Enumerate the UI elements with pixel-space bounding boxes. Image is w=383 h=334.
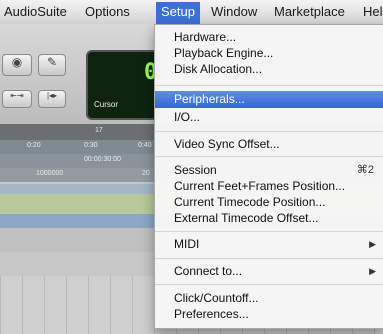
menu-setup[interactable]: Setup <box>156 2 200 24</box>
tick-time: 0:20 <box>27 142 41 149</box>
menu-item-label: Session <box>174 163 217 177</box>
menu-item-peripherals[interactable]: Peripherals... <box>155 91 383 108</box>
nudge-right-icon[interactable]: |◂▸ <box>38 90 66 108</box>
menu-separator <box>155 85 383 86</box>
menu-item-label: Click/Countoff... <box>174 291 259 305</box>
tick-time: 0:40 <box>138 142 152 149</box>
menu-item-preferences[interactable]: Preferences... <box>155 306 383 322</box>
menu-item-current-timecode[interactable]: Current Timecode Position... <box>155 194 383 210</box>
menu-separator <box>155 156 383 157</box>
tick-timecode: 00:00:30:00 <box>84 156 121 163</box>
speaker-icon[interactable]: ◉ <box>2 54 32 76</box>
menu-item-label: Peripherals... <box>174 92 245 106</box>
menu-item-session[interactable]: Session ⌘2 <box>155 162 383 178</box>
menu-separator <box>155 231 383 232</box>
menu-item-label: MIDI <box>174 237 200 251</box>
menu-item-label: I/O... <box>174 110 201 124</box>
menu-item-connect-to[interactable]: Connect to... ▶ <box>155 263 383 279</box>
menu-item-playback-engine[interactable]: Playback Engine... <box>155 45 383 61</box>
menu-marketplace[interactable]: Marketplace <box>274 4 345 22</box>
marker-label: 17 <box>95 127 103 134</box>
menu-options[interactable]: Options <box>85 4 130 22</box>
submenu-arrow-icon: ▶ <box>369 266 376 276</box>
cursor-label: Cursor <box>94 100 119 109</box>
nudge-left-icon[interactable]: ⇤⇥ <box>2 90 32 108</box>
menu-item-midi[interactable]: MIDI ▶ <box>155 236 383 252</box>
menu-item-external-timecode-offset[interactable]: External Timecode Offset... <box>155 210 383 226</box>
menu-item-click-countoff[interactable]: Click/Countoff... <box>155 290 383 306</box>
setup-menu: Hardware... Playback Engine... Disk Allo… <box>154 24 383 329</box>
tick-time: 0:30 <box>84 142 98 149</box>
menu-item-label: Current Feet+Frames Position... <box>174 179 346 193</box>
menu-item-label: Current Timecode Position... <box>174 195 326 209</box>
menu-bar: AudioSuite Options Setup Window Marketpl… <box>0 0 383 25</box>
menu-separator <box>155 131 383 132</box>
menu-separator <box>155 258 383 259</box>
menu-separator <box>155 284 383 285</box>
menu-help[interactable]: Hel <box>363 4 383 22</box>
menu-item-disk-allocation[interactable]: Disk Allocation... <box>155 61 383 77</box>
tick-samples: 1000000 <box>36 170 64 177</box>
menu-item-label: Connect to... <box>174 264 243 278</box>
pencil-icon[interactable]: ✎ <box>38 54 66 76</box>
main-counter: 0 Cursor <box>86 50 160 120</box>
menu-item-video-sync-offset[interactable]: Video Sync Offset... <box>155 136 383 152</box>
menu-item-label: Hardware... <box>174 30 237 44</box>
menu-item-hardware[interactable]: Hardware... <box>155 29 383 45</box>
menu-item-label: Video Sync Offset... <box>174 137 280 151</box>
menu-item-current-feet-frames[interactable]: Current Feet+Frames Position... <box>155 178 383 194</box>
menu-audiosuite[interactable]: AudioSuite <box>4 4 67 22</box>
menu-item-label: Disk Allocation... <box>174 62 263 76</box>
menu-item-io[interactable]: I/O... <box>155 109 383 125</box>
tick-samples: 20 <box>142 170 150 177</box>
menu-window[interactable]: Window <box>211 4 257 22</box>
menu-item-label: Preferences... <box>174 307 249 321</box>
menu-item-label: Playback Engine... <box>174 46 274 60</box>
menu-item-label: External Timecode Offset... <box>174 211 319 225</box>
submenu-arrow-icon: ▶ <box>369 239 376 249</box>
shortcut-label: ⌘2 <box>356 164 374 176</box>
